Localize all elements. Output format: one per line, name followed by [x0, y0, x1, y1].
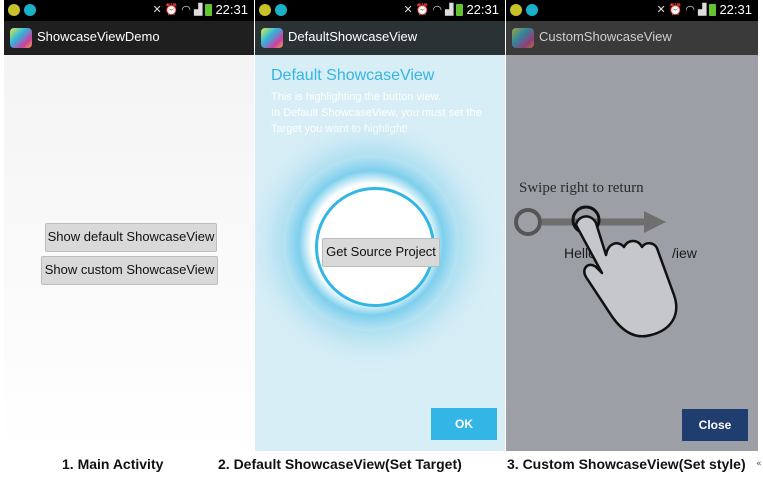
showcase-line: In Default ShowcaseView, you must set th… [271, 107, 482, 119]
ok-button[interactable]: OK [431, 408, 497, 440]
signal-icon: ▟ [193, 4, 203, 16]
gesture-hand-icon [514, 205, 678, 338]
action-bar: DefaultShowcaseView [255, 21, 505, 55]
custom-showcase-overlay: Swipe right to return Hello /iew Close [506, 55, 758, 451]
get-source-project-button[interactable]: Get Source Project [322, 238, 440, 267]
app-title: CustomShowcaseView [539, 29, 672, 44]
sync-icon [24, 4, 36, 16]
caption-custom-showcase: 3. Custom ShowcaseView(Set style) [507, 456, 746, 472]
wifi-icon: ◠ [685, 4, 695, 16]
sync-icon [526, 4, 538, 16]
status-bar: ✕ ⏰ ◠ ▟ 22:31 [255, 0, 505, 21]
silent-icon: ✕ [403, 4, 413, 16]
showcase-overlay: Default ShowcaseView This is highlightin… [255, 55, 505, 451]
wifi-icon: ◠ [432, 4, 442, 16]
app-launcher-icon[interactable] [512, 28, 534, 48]
app-launcher-icon[interactable] [10, 28, 32, 48]
showcase-title: Default ShowcaseView [271, 67, 435, 84]
silent-icon: ✕ [656, 4, 666, 16]
screen-main-activity: ✕ ⏰ ◠ ▟ 22:31 ShowcaseViewDemo Show defa… [4, 0, 254, 451]
showcase-description: This is highlighting the button view. In… [271, 89, 496, 137]
silent-icon: ✕ [152, 4, 162, 16]
screen-default-showcase: ✕ ⏰ ◠ ▟ 22:31 DefaultShowcaseView Defaul… [255, 0, 505, 451]
corner-mark: « [756, 459, 762, 469]
screen-custom-showcase: ✕ ⏰ ◠ ▟ 22:31 CustomShowcaseView Swipe r… [506, 0, 758, 451]
show-custom-showcase-button[interactable]: Show custom ShowcaseView [41, 256, 218, 285]
app-title: ShowcaseViewDemo [37, 29, 160, 44]
notification-icon [8, 4, 20, 16]
alarm-icon: ⏰ [668, 4, 683, 16]
status-bar: ✕ ⏰ ◠ ▟ 22:31 [506, 0, 758, 21]
signal-icon: ▟ [697, 4, 707, 16]
status-time: 22:31 [719, 2, 752, 17]
action-bar: CustomShowcaseView [506, 21, 758, 55]
status-time: 22:31 [215, 2, 248, 17]
showcase-line: This is highlighting the button view. [271, 91, 441, 103]
battery-icon [456, 3, 464, 16]
show-default-showcase-button[interactable]: Show default ShowcaseView [45, 223, 217, 252]
alarm-icon: ⏰ [164, 4, 179, 16]
signal-icon: ▟ [444, 4, 454, 16]
app-launcher-icon[interactable] [261, 28, 283, 48]
action-bar: ShowcaseViewDemo [4, 21, 254, 55]
status-time: 22:31 [466, 2, 499, 17]
close-button[interactable]: Close [682, 409, 748, 441]
battery-icon [709, 3, 717, 16]
main-content: Show default ShowcaseView Show custom Sh… [4, 55, 254, 451]
status-bar: ✕ ⏰ ◠ ▟ 22:31 [4, 0, 254, 21]
notification-icon [259, 4, 271, 16]
caption-main-activity: 1. Main Activity [62, 456, 164, 472]
showcase-line: Target you want to highlight! [271, 123, 408, 135]
battery-icon [205, 3, 213, 16]
caption-default-showcase: 2. Default ShowcaseView(Set Target) [218, 456, 462, 472]
alarm-icon: ⏰ [415, 4, 430, 16]
notification-icon [510, 4, 522, 16]
app-title: DefaultShowcaseView [288, 29, 418, 44]
wifi-icon: ◠ [181, 4, 191, 16]
sync-icon [275, 4, 287, 16]
